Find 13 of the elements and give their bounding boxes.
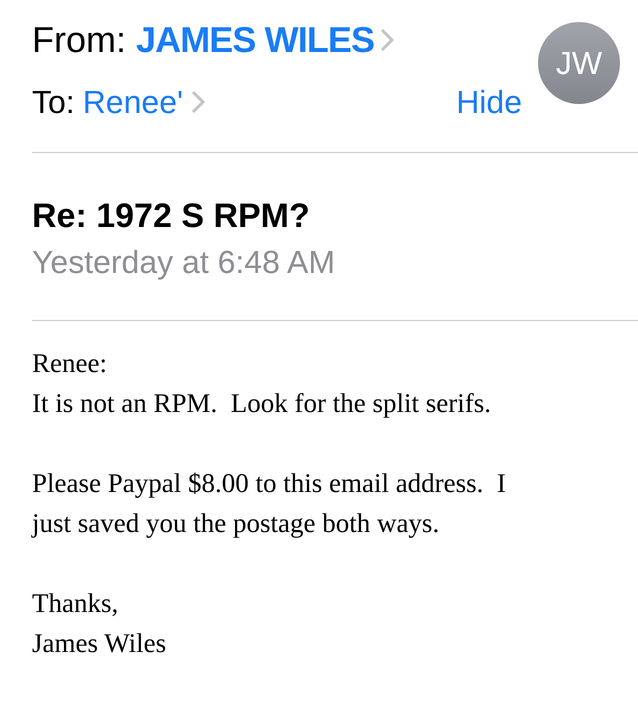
to-label: To: [32,83,75,122]
hide-link[interactable]: Hide [456,82,522,122]
chevron-icon [191,90,206,114]
from-label: From: [32,18,126,62]
message-paragraph: Renee: It is not an RPM. Look for the split serifs. [32,347,491,420]
message-paragraph: Please Paypal $8.00 to this email address. I just saved you the postage both ways. [32,467,506,540]
chevron-icon [380,28,394,52]
recipient-name[interactable]: Renee' [82,82,184,122]
avatar: JW [538,22,620,104]
subject-title: Re: 1972 S RPM? [32,196,311,236]
message-paragraph: Thanks, James Wiles [32,587,166,660]
sender-name[interactable]: JAMES WILES [136,18,374,62]
date-text: Yesterday at 6:48 AM [32,243,336,282]
